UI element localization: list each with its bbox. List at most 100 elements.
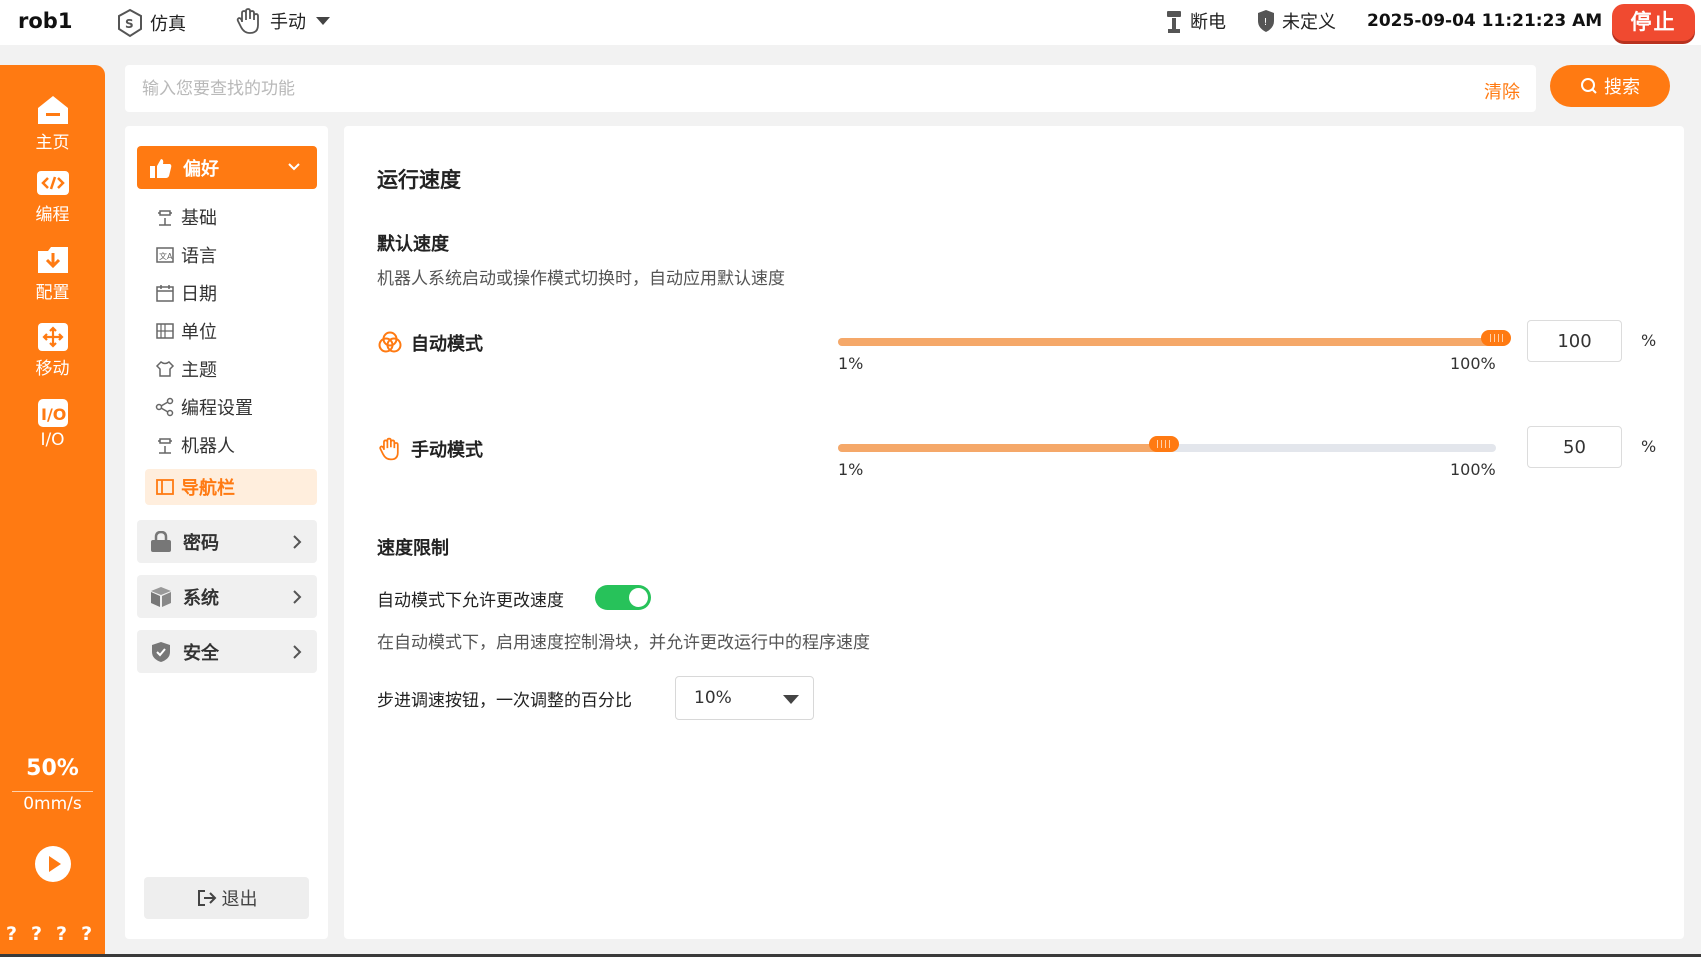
slider-fill <box>838 338 1496 346</box>
auto-speed-input[interactable] <box>1527 320 1622 362</box>
svg-text:I/O: I/O <box>41 405 66 424</box>
language-icon: 文A <box>156 247 174 263</box>
cube-icon <box>151 586 171 607</box>
speed-mm: 0mm/s <box>23 794 82 814</box>
auto-mode-text: 自动模式 <box>411 334 483 355</box>
content-panel: 运行速度 默认速度 机器人系统启动或操作模式切换时，自动应用默认速度 自动模式 … <box>344 126 1684 939</box>
simulation-indicator[interactable]: S 仿真 <box>116 8 186 38</box>
nav-group-preferences[interactable]: 偏好 <box>137 146 317 189</box>
play-icon[interactable] <box>34 845 72 883</box>
status-marks: ???? <box>6 923 107 945</box>
config-icon <box>37 247 68 273</box>
stop-button[interactable]: 停止 <box>1612 4 1695 41</box>
nav-group-password[interactable]: 密码 <box>137 520 317 563</box>
nav-item-navbar[interactable]: 导航栏 <box>145 469 317 505</box>
simulation-icon: S <box>118 8 142 38</box>
page-title: 运行速度 <box>377 168 461 192</box>
rail-item-label: 主页 <box>35 133 70 153</box>
robot-arm-icon <box>158 210 172 226</box>
nav-group-label: 密码 <box>183 532 219 554</box>
nav-group-system[interactable]: 系统 <box>137 575 317 618</box>
logout-label: 退出 <box>221 889 258 910</box>
svg-text:!: ! <box>1264 17 1268 28</box>
nav-group-label: 偏好 <box>183 158 219 180</box>
nav-item-label: 日期 <box>181 284 217 305</box>
manual-speed-slider[interactable] <box>838 436 1496 452</box>
robot-arm-icon <box>158 438 172 454</box>
toggle-description: 在自动模式下，启用速度控制滑块，并允许更改运行中的程序速度 <box>377 633 870 653</box>
chevron-right-icon <box>293 535 302 549</box>
rail-item-label: I/O <box>40 430 65 450</box>
nav-item-date[interactable]: 日期 <box>145 275 317 311</box>
nav-item-theme[interactable]: 主题 <box>145 351 317 387</box>
auto-mode-icon <box>378 331 402 353</box>
shirt-icon <box>155 361 175 377</box>
top-bar: rob1 S 仿真 手动 断电 ! 未定义 2025-09-04 11:21:2… <box>0 0 1701 45</box>
auto-speed-slider[interactable] <box>838 330 1511 346</box>
search-button[interactable]: 搜索 <box>1550 65 1670 107</box>
auto-mode-label: 自动模式 <box>377 330 483 356</box>
manual-mode-text: 手动模式 <box>411 440 483 461</box>
code-icon <box>36 171 69 195</box>
safety-label: 未定义 <box>1282 12 1336 33</box>
rail-item-io[interactable]: I/O I/O <box>0 397 105 450</box>
main-rail: 主页 编程 配置 移动 I/O I/O 50% 0mm/s ???? <box>0 65 105 957</box>
svg-text:S: S <box>125 17 134 31</box>
chevron-right-icon <box>293 645 302 659</box>
move-icon <box>37 323 68 351</box>
safety-status: ! 未定义 <box>1256 8 1336 34</box>
mode-selector[interactable]: 手动 <box>234 6 340 36</box>
rail-item-home[interactable]: 主页 <box>0 93 105 153</box>
slider-handle[interactable] <box>1481 330 1511 346</box>
home-icon <box>37 96 68 124</box>
rail-item-move[interactable]: 移动 <box>0 321 105 379</box>
speed-divider <box>12 791 93 792</box>
chevron-down-icon <box>288 163 300 171</box>
allow-speed-change-toggle[interactable] <box>595 585 651 610</box>
rail-item-label: 编程 <box>35 205 70 225</box>
speed-limit-heading: 速度限制 <box>377 538 449 559</box>
rail-item-config[interactable]: 配置 <box>0 245 105 303</box>
slider-handle[interactable] <box>1148 436 1179 452</box>
datetime: 2025-09-04 11:21:23 AM <box>1367 11 1603 31</box>
speed-percent[interactable]: 50% <box>0 756 105 781</box>
thumbs-up-icon <box>150 158 172 178</box>
toggle-knob <box>629 588 648 607</box>
search-box <box>125 65 1536 112</box>
share-nodes-icon <box>155 397 174 417</box>
nav-group-safety[interactable]: 安全 <box>137 630 317 673</box>
logout-icon <box>197 890 216 906</box>
lock-icon <box>151 530 171 552</box>
nav-item-label: 主题 <box>181 360 217 381</box>
hand-icon <box>379 437 399 461</box>
nav-item-label: 编程设置 <box>181 398 253 419</box>
search-icon <box>1581 78 1597 94</box>
nav-item-language[interactable]: 文A 语言 <box>145 237 317 273</box>
step-percent-value: 10% <box>694 688 732 708</box>
slider-max-label: 100% <box>1450 354 1496 373</box>
nav-group-label: 安全 <box>183 642 219 664</box>
logout-button[interactable]: 退出 <box>144 877 309 919</box>
toggle-label: 自动模式下允许更改速度 <box>377 591 564 611</box>
nav-item-basic[interactable]: 基础 <box>145 199 317 235</box>
settings-nav: 偏好 基础 文A 语言 日期 单位 主题 编程设置 机器人 导航栏 密码 系统 … <box>125 126 328 939</box>
nav-item-units[interactable]: 单位 <box>145 313 317 349</box>
default-speed-description: 机器人系统启动或操作模式切换时，自动应用默认速度 <box>377 269 785 289</box>
clear-button[interactable]: 清除 <box>1484 78 1520 104</box>
nav-item-label: 基础 <box>181 208 217 229</box>
step-percent-select[interactable]: 10% <box>675 676 814 720</box>
chevron-down-icon <box>316 17 330 25</box>
nav-item-label: 语言 <box>181 246 217 267</box>
rail-item-label: 配置 <box>35 283 70 303</box>
simulation-label: 仿真 <box>150 14 186 35</box>
rail-item-program[interactable]: 编程 <box>0 169 105 225</box>
search-input[interactable] <box>142 75 1342 103</box>
nav-item-programming[interactable]: 编程设置 <box>145 389 317 425</box>
chevron-right-icon <box>293 590 302 604</box>
nav-group-label: 系统 <box>183 587 219 609</box>
unit-label: % <box>1641 331 1657 350</box>
nav-item-robot[interactable]: 机器人 <box>145 427 317 463</box>
manual-speed-input[interactable] <box>1527 426 1622 468</box>
calendar-icon <box>156 285 174 302</box>
hand-icon <box>236 8 259 34</box>
